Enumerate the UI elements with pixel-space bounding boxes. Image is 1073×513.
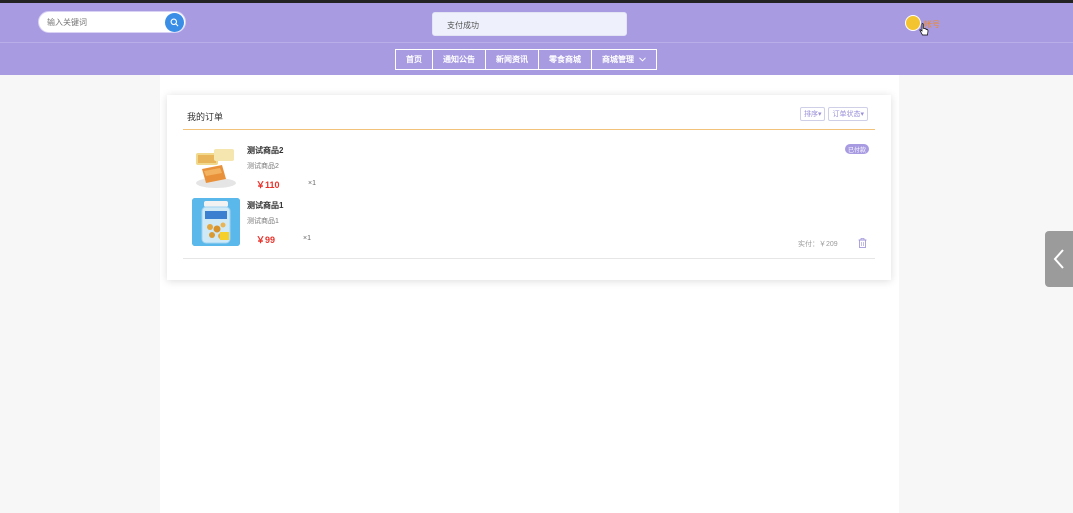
order-tools: 排序 ▾ 订单状态 ▾ — [799, 107, 868, 121]
nav-item-notices[interactable]: 通知公告 — [433, 49, 486, 70]
product-desc: 测试商品2 — [247, 163, 279, 170]
hand-cursor-icon — [919, 23, 929, 36]
main-nav: 首页 通知公告 新闻资讯 零食商城 商城管理 — [395, 49, 657, 70]
sort-label: 排序 — [803, 111, 818, 118]
product-quantity: ×1 — [303, 235, 311, 242]
status-badge: 已付款 — [844, 144, 869, 154]
nav-item-label: 零食商城 — [549, 55, 581, 64]
nav-item-news[interactable]: 新闻资讯 — [486, 49, 539, 70]
order-status-dropdown[interactable]: 订单状态 ▾ — [828, 107, 868, 121]
product-quantity: ×1 — [308, 180, 316, 187]
top-header: 支付成功 帐号 — [0, 3, 1073, 42]
chevron-down-icon — [639, 57, 646, 62]
chevron-left-icon — [1053, 249, 1064, 269]
nav-item-snack-mall[interactable]: 零食商城 — [539, 49, 592, 70]
order-status-label: 订单状态 — [832, 111, 861, 118]
page-title: 我的订单 — [187, 112, 224, 122]
snack-cake-image — [196, 149, 236, 188]
toast-message: 支付成功 — [447, 21, 479, 30]
delete-icon[interactable] — [858, 238, 867, 248]
search-input[interactable] — [47, 16, 157, 28]
order-card: 我的订单 排序 ▾ 订单状态 ▾ 测试商品2 测试商品2 ￥110 ×1 测试商… — [167, 95, 891, 280]
product-image[interactable] — [192, 143, 240, 191]
chevron-down-icon: ▾ — [860, 111, 864, 118]
search-button[interactable] — [165, 13, 184, 32]
title-divider — [183, 129, 875, 130]
nav-item-home[interactable]: 首页 — [395, 49, 433, 70]
nav-item-label: 商城管理 — [602, 55, 634, 64]
order-item[interactable]: 测试商品1 测试商品1 ￥99 ×1 — [192, 198, 492, 248]
search-box — [38, 11, 186, 33]
product-price: ￥99 — [256, 235, 276, 245]
nav-item-label: 首页 — [406, 55, 422, 64]
product-name[interactable]: 测试商品2 — [247, 145, 283, 156]
side-panel-toggle[interactable] — [1045, 231, 1073, 287]
nav-item-label: 通知公告 — [443, 55, 475, 64]
main-nav-bar: 首页 通知公告 新闻资讯 零食商城 商城管理 — [0, 42, 1073, 75]
chevron-down-icon: ▾ — [817, 111, 822, 118]
order-item[interactable]: 测试商品2 测试商品2 ￥110 ×1 — [192, 143, 492, 193]
product-image[interactable] — [192, 198, 240, 246]
product-desc: 测试商品1 — [247, 218, 279, 225]
search-icon — [170, 18, 179, 27]
snack-jar-image — [192, 198, 240, 246]
nav-item-mall-management[interactable]: 商城管理 — [592, 49, 657, 70]
nav-item-label: 新闻资讯 — [496, 55, 528, 64]
product-name[interactable]: 测试商品1 — [247, 200, 283, 211]
product-price: ￥110 — [256, 180, 280, 190]
sort-dropdown[interactable]: 排序 ▾ — [799, 107, 826, 121]
payment-success-toast: 支付成功 — [432, 12, 627, 36]
pay-total: 实付：￥209 — [798, 241, 838, 248]
order-divider — [183, 258, 875, 259]
